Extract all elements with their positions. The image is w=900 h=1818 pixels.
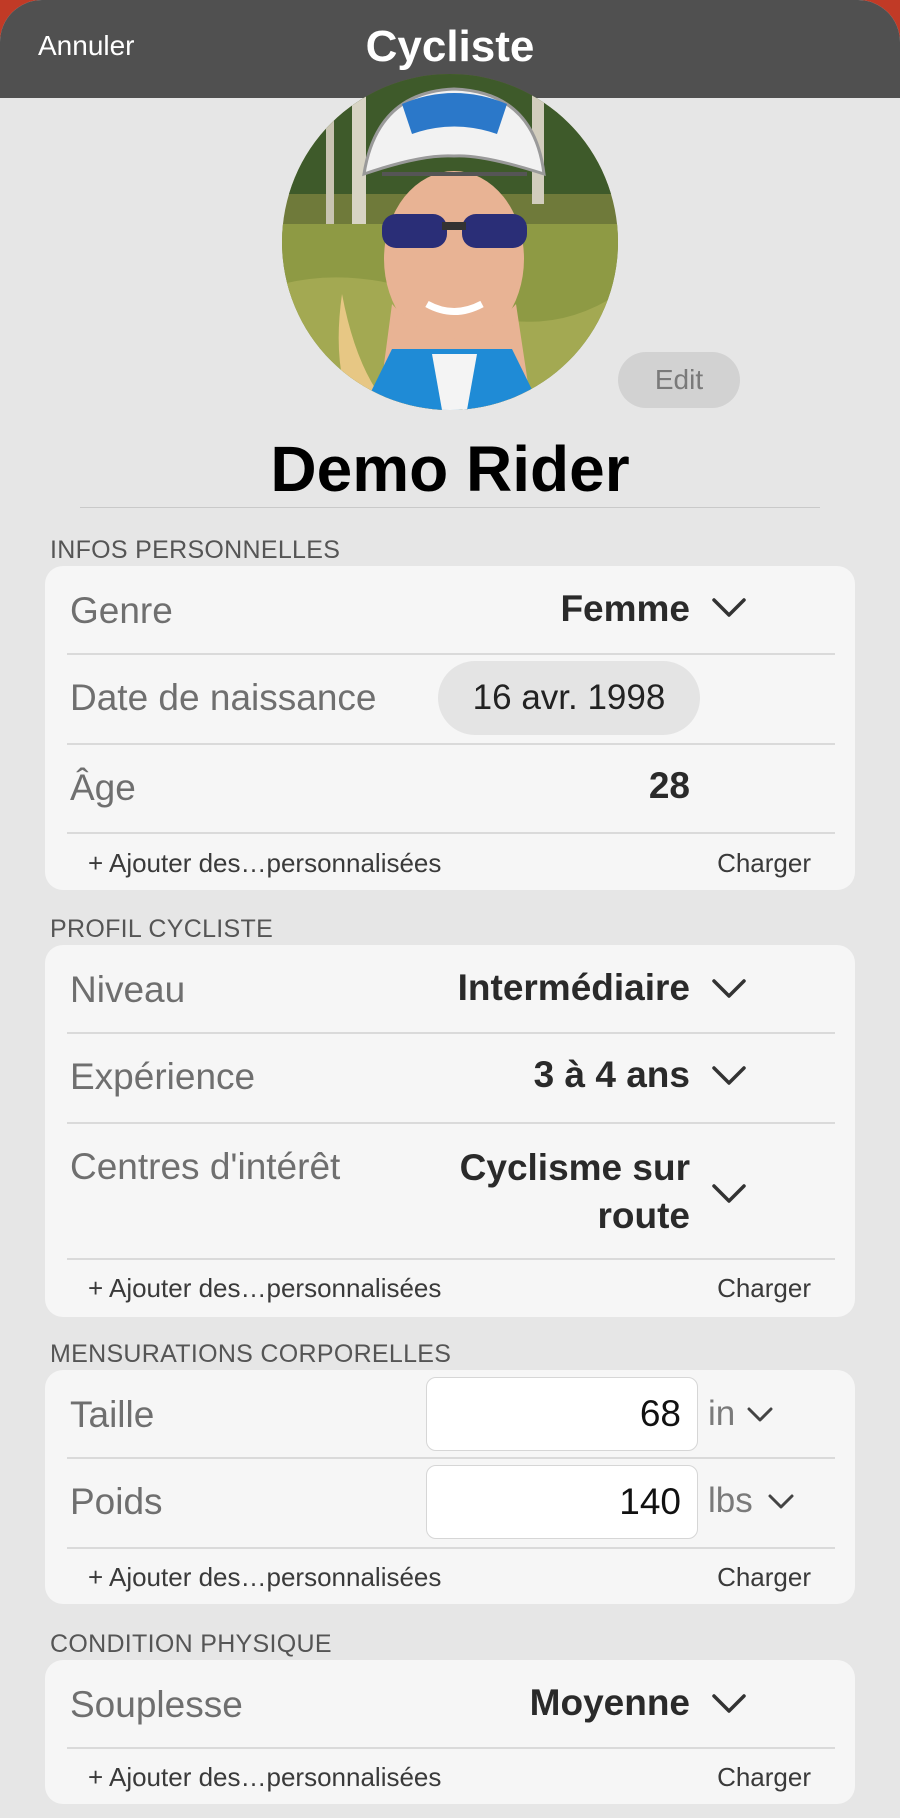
age-value: 28	[648, 765, 690, 806]
page-title: Cycliste	[365, 22, 535, 71]
divider	[67, 1547, 835, 1549]
body-measurements-card: Taille 68 in Poids 140 lbs + Ajouter des…	[45, 1370, 855, 1604]
height-unit-selector[interactable]: in	[708, 1394, 735, 1434]
add-custom-fields-link[interactable]: + Ajouter des…personnalisées	[88, 1762, 441, 1793]
height-input[interactable]: 68	[426, 1377, 698, 1451]
experience-label: Expérience	[70, 1056, 256, 1097]
interests-value: Cyclisme sur route	[460, 1144, 690, 1240]
age-row: Âge 28	[45, 745, 855, 833]
section-title-cycling: PROFIL CYCLISTE	[50, 915, 274, 943]
avatar-photo	[282, 74, 618, 410]
section-title-personal: INFOS PERSONNELLES	[50, 536, 341, 564]
flexibility-value: Moyenne	[529, 1682, 690, 1723]
avatar[interactable]	[282, 74, 618, 410]
interests-label: Centres d'intérêt	[70, 1146, 341, 1187]
section-title-fitness: CONDITION PHYSIQUE	[50, 1630, 332, 1658]
screen: Annuler Cycliste Edit Demo Rider INFOS P…	[0, 0, 900, 1818]
level-label: Niveau	[70, 969, 186, 1010]
weight-label: Poids	[70, 1481, 163, 1522]
weight-input[interactable]: 140	[426, 1465, 698, 1539]
divider	[80, 507, 820, 508]
gender-row[interactable]: Genre Femme	[45, 566, 855, 654]
gender-value: Femme	[560, 588, 690, 629]
gender-label: Genre	[70, 590, 173, 631]
level-row[interactable]: Niveau Intermédiaire	[45, 945, 855, 1033]
weight-row: Poids 140 lbs	[45, 1459, 855, 1547]
birthdate-label: Date de naissance	[70, 677, 377, 718]
interests-row[interactable]: Centres d'intérêt Cyclisme sur route	[45, 1124, 855, 1258]
edit-photo-button[interactable]: Edit	[618, 352, 740, 408]
load-button[interactable]: Charger	[717, 1273, 811, 1304]
chevron-down-icon[interactable]	[709, 596, 749, 620]
divider	[67, 1747, 835, 1749]
personal-info-card: Genre Femme Date de naissance 16 avr. 19…	[45, 566, 855, 890]
interests-value-line: Cyclisme sur	[459, 1147, 690, 1188]
level-value: Intermédiaire	[457, 967, 690, 1008]
load-button[interactable]: Charger	[717, 1562, 811, 1593]
chevron-down-icon[interactable]	[709, 1182, 749, 1206]
divider	[67, 832, 835, 834]
cycling-profile-card: Niveau Intermédiaire Expérience 3 à 4 an…	[45, 945, 855, 1317]
fitness-card: Souplesse Moyenne + Ajouter des…personna…	[45, 1660, 855, 1804]
section-title-body: MENSURATIONS CORPORELLES	[50, 1340, 452, 1368]
rider-name: Demo Rider	[270, 433, 630, 505]
experience-row[interactable]: Expérience 3 à 4 ans	[45, 1034, 855, 1122]
birthdate-row: Date de naissance 16 avr. 1998	[45, 655, 855, 743]
chevron-down-icon[interactable]	[767, 1493, 795, 1511]
flexibility-row[interactable]: Souplesse Moyenne	[45, 1660, 855, 1748]
add-custom-fields-link[interactable]: + Ajouter des…personnalisées	[88, 1273, 441, 1304]
experience-value: 3 à 4 ans	[533, 1054, 690, 1095]
divider	[67, 1258, 835, 1260]
chevron-down-icon[interactable]	[709, 1064, 749, 1088]
chevron-down-icon[interactable]	[709, 977, 749, 1001]
add-custom-fields-link[interactable]: + Ajouter des…personnalisées	[88, 1562, 441, 1593]
birthdate-picker[interactable]: 16 avr. 1998	[438, 661, 700, 735]
height-row: Taille 68 in	[45, 1370, 855, 1458]
flexibility-label: Souplesse	[70, 1684, 243, 1725]
load-button[interactable]: Charger	[717, 848, 811, 879]
interests-value-line: route	[597, 1195, 691, 1236]
age-label: Âge	[70, 767, 136, 808]
height-label: Taille	[70, 1394, 155, 1435]
load-button[interactable]: Charger	[717, 1762, 811, 1793]
weight-unit-selector[interactable]: lbs	[708, 1481, 753, 1521]
chevron-down-icon[interactable]	[746, 1406, 774, 1424]
add-custom-fields-link[interactable]: + Ajouter des…personnalisées	[88, 848, 441, 879]
chevron-down-icon[interactable]	[709, 1692, 749, 1716]
